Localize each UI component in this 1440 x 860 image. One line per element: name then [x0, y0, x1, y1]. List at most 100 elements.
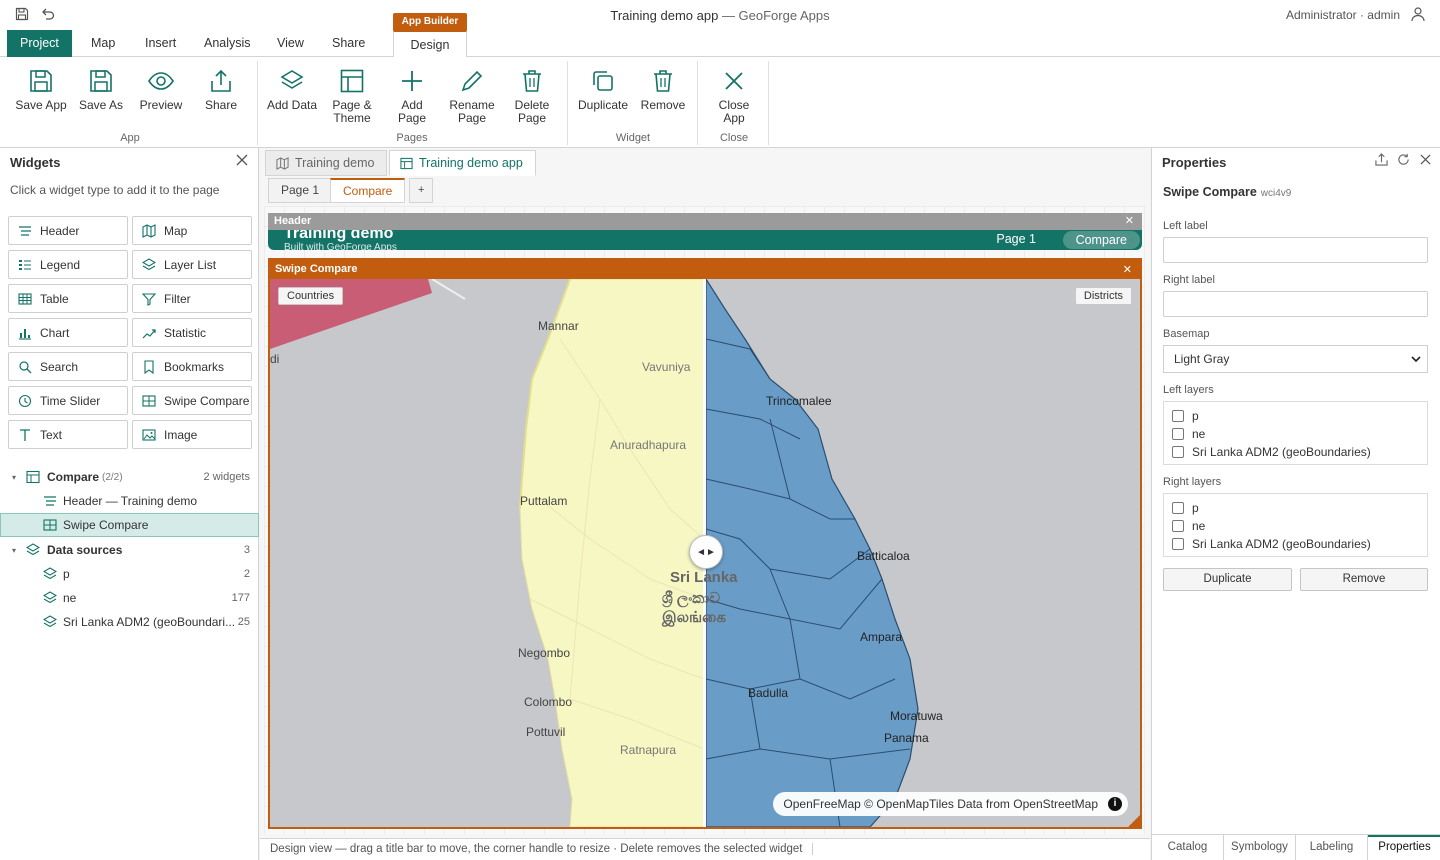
close-icon[interactable]: ✕	[1125, 214, 1134, 227]
plus-icon	[382, 63, 442, 99]
left-layer-checkbox[interactable]: ne	[1172, 426, 1205, 442]
export-icon[interactable]	[1375, 153, 1388, 166]
right-layer-checkbox[interactable]: Sri Lanka ADM2 (geoBoundaries)	[1172, 536, 1371, 552]
trash-icon	[633, 63, 693, 99]
header-widget-titlebar[interactable]: Header	[268, 213, 1142, 230]
place-label: Vavuniya	[642, 360, 691, 374]
chevron-down-icon[interactable]: ▾	[12, 473, 16, 482]
widget-type-swipe-compare[interactable]: Swipe Compare	[132, 386, 252, 415]
widget-type-map[interactable]: Map	[132, 216, 252, 245]
tree-item-swipe-compare[interactable]: Swipe Compare	[0, 513, 259, 537]
user-label[interactable]: Administrator · admin	[1286, 8, 1400, 22]
close-icon[interactable]: ✕	[1123, 263, 1132, 276]
tab-project[interactable]: Project	[7, 30, 72, 57]
left-layers-caption: Left layers	[1163, 384, 1214, 396]
widget-type-header[interactable]: Header	[8, 216, 128, 245]
widget-type-text[interactable]: Text	[8, 420, 128, 449]
save-as-button[interactable]: Save As	[71, 63, 131, 112]
tree-item-header[interactable]: Header — Training demo	[0, 489, 259, 513]
widget-type-statistic[interactable]: Statistic	[132, 318, 252, 347]
tree-source-sri-lanka-adm2[interactable]: Sri Lanka ADM2 (geoBoundari... 25	[0, 610, 259, 634]
tab-analysis[interactable]: Analysis	[191, 30, 264, 57]
share-button[interactable]: Share	[191, 63, 251, 112]
right-label-input[interactable]	[1163, 291, 1428, 317]
right-layer-chip: Districts	[1074, 287, 1132, 305]
page-tab-page-1[interactable]: Page 1	[268, 178, 333, 203]
layers-icon	[262, 63, 322, 99]
info-icon[interactable]: i	[1108, 797, 1122, 811]
ribbon-group-widget-label: Widget	[615, 132, 651, 144]
bookmark-icon	[142, 359, 156, 374]
doc-tab-training-demo[interactable]: Training demo	[265, 150, 388, 176]
delete-page-button[interactable]: Delete Page	[502, 63, 562, 125]
add-data-button[interactable]: Add Data	[262, 63, 322, 112]
user-icon[interactable]	[1410, 6, 1426, 22]
swipe-compare-widget[interactable]: Swipe Compare ✕ Mannar Vavuniya Trincoma…	[268, 258, 1142, 829]
chevron-down-icon[interactable]: ▾	[12, 546, 16, 555]
save-icon	[11, 63, 71, 99]
clock-icon	[18, 394, 32, 408]
tree-page-compare[interactable]: ▾ Compare (2/2) 2 widgets	[0, 465, 259, 489]
page-tab-compare[interactable]: Compare	[330, 178, 406, 203]
tab-map[interactable]: Map	[78, 30, 128, 57]
right-layer-checkbox[interactable]: p	[1172, 500, 1199, 516]
add-page-button[interactable]: Add Page	[382, 63, 442, 125]
widget-type-bookmarks[interactable]: Bookmarks	[132, 352, 252, 381]
duplicate-button[interactable]: Duplicate	[1163, 568, 1292, 591]
save-app-button[interactable]: Save App	[11, 63, 71, 112]
widget-type-layer-list[interactable]: Layer List	[132, 250, 252, 279]
tab-share[interactable]: Share	[319, 30, 378, 57]
close-icon[interactable]	[1420, 154, 1431, 165]
share-icon	[191, 63, 251, 99]
preview-button[interactable]: Preview	[131, 63, 191, 112]
tab-catalog[interactable]: Catalog	[1152, 835, 1224, 860]
tab-labeling[interactable]: Labeling	[1296, 835, 1368, 860]
widget-type-search[interactable]: Search	[8, 352, 128, 381]
widget-type-table[interactable]: Table	[8, 284, 128, 313]
tab-view[interactable]: View	[264, 30, 317, 57]
tab-design[interactable]: Design	[393, 30, 467, 58]
tree-data-sources[interactable]: ▾ Data sources 3	[0, 538, 259, 562]
ribbon-separator	[567, 61, 568, 145]
left-label-input[interactable]	[1163, 237, 1428, 263]
resize-handle[interactable]	[1128, 815, 1140, 827]
widget-type-image[interactable]: Image	[132, 420, 252, 449]
close-app-button[interactable]: Close App	[704, 63, 764, 125]
tree-source-ne[interactable]: ne 177	[0, 586, 259, 610]
widget-type-time-slider[interactable]: Time Slider	[8, 386, 128, 415]
eye-icon	[131, 63, 191, 99]
page-canvas: Header ✕ Training demo Built with GeoFor…	[264, 206, 1146, 834]
tab-symbology[interactable]: Symbology	[1224, 835, 1296, 860]
tab-properties[interactable]: Properties	[1368, 835, 1440, 860]
close-icon[interactable]	[236, 154, 248, 166]
duplicate-widget-button[interactable]: Duplicate	[573, 63, 633, 112]
left-layer-checkbox[interactable]: Sri Lanka ADM2 (geoBoundaries)	[1172, 444, 1371, 460]
widget-type-chart[interactable]: Chart	[8, 318, 128, 347]
swipe-widget-titlebar[interactable]: Swipe Compare	[270, 260, 1140, 279]
doc-tab-training-demo-app[interactable]: Training demo app	[389, 150, 536, 176]
widget-type-filter[interactable]: Filter	[132, 284, 252, 313]
header-nav-compare[interactable]: Compare	[1062, 231, 1140, 249]
header-widget[interactable]: Header ✕ Training demo Built with GeoFor…	[268, 213, 1142, 251]
right-layer-checkbox[interactable]: ne	[1172, 518, 1205, 534]
bottom-tab-bar: Catalog Symbology Labeling Properties	[1152, 834, 1440, 860]
remove-button[interactable]: Remove	[1300, 568, 1428, 591]
add-page-tab-button[interactable]: +	[409, 178, 434, 203]
header-nav-page-1[interactable]: Page 1	[996, 232, 1036, 246]
swipe-map[interactable]: Mannar Vavuniya Trincomalee Anuradhapura…	[270, 279, 1140, 827]
tree-source-p[interactable]: p 2	[0, 562, 259, 586]
basemap-select[interactable]: Light Gray	[1163, 345, 1428, 373]
widget-type-legend[interactable]: Legend	[8, 250, 128, 279]
refresh-icon[interactable]	[1397, 153, 1410, 166]
page-theme-button[interactable]: Page & Theme	[322, 63, 382, 125]
tab-insert[interactable]: Insert	[132, 30, 189, 57]
swipe-handle[interactable]: ◄►	[689, 535, 723, 569]
remove-widget-button[interactable]: Remove	[633, 63, 693, 112]
right-layers-caption: Right layers	[1163, 476, 1222, 488]
app-title: Training demo app — GeoForge Apps	[610, 8, 830, 23]
rename-page-button[interactable]: Rename Page	[442, 63, 502, 125]
place-label: Pottuvil	[526, 725, 565, 739]
layers-icon	[142, 257, 156, 272]
left-layer-checkbox[interactable]: p	[1172, 408, 1199, 424]
ribbon-separator	[768, 61, 769, 145]
